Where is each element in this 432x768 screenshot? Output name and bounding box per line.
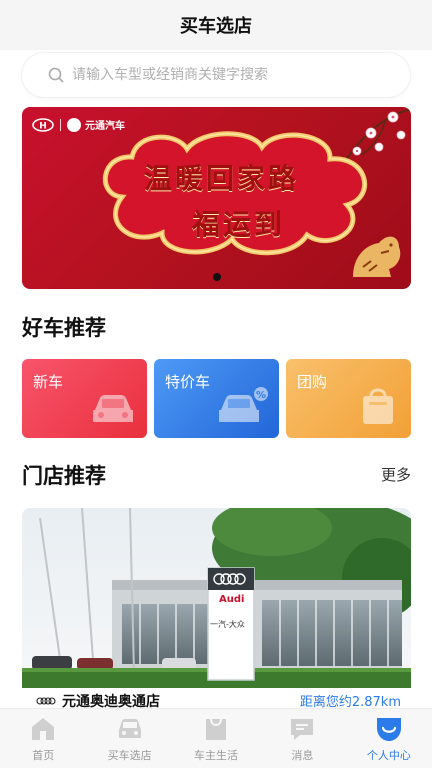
- category-card-new-car[interactable]: 新车: [22, 359, 147, 438]
- page-title: 买车选店: [180, 16, 252, 37]
- store-section-title: 门店推荐: [22, 464, 106, 488]
- tab-home[interactable]: 首页: [0, 709, 86, 768]
- home-icon: [32, 718, 55, 740]
- store-sign-brand: Audi: [219, 594, 245, 605]
- bottom-tab-bar: 首页 买车选店 车主生活 消息 个人中心: [0, 708, 432, 768]
- category-card-special-car[interactable]: 特价车 %: [154, 359, 279, 438]
- category-label: 团购: [297, 373, 328, 391]
- car-icon: [93, 395, 133, 422]
- hyundai-logo-icon: H: [32, 117, 54, 132]
- store-sign-text: 一汽-大众: [210, 620, 245, 629]
- banner-headline-line1: 温暖回家路: [144, 162, 300, 195]
- search-bar[interactable]: [22, 53, 410, 97]
- store-more-link[interactable]: 更多: [381, 464, 411, 485]
- recommend-section-title: 好车推荐: [22, 316, 106, 340]
- car-icon: [118, 719, 141, 738]
- category-card-group-buy[interactable]: 团购: [286, 359, 411, 438]
- store-photo: [22, 508, 411, 688]
- top-header: 买车选店: [0, 0, 432, 50]
- tab-owner-life[interactable]: 车主生活: [173, 709, 259, 768]
- banner-headline-line2: 福运到: [192, 208, 286, 241]
- banner-dot[interactable]: [212, 273, 221, 281]
- promo-banner[interactable]: H 元通汽车 温暖回家路 福运到: [22, 107, 411, 289]
- search-input[interactable]: [72, 67, 392, 83]
- tab-label: 消息: [291, 749, 314, 762]
- category-label: 新车: [33, 373, 64, 391]
- tab-label: 车主生活: [194, 749, 239, 762]
- bag-icon: [363, 388, 393, 424]
- tab-label: 个人中心: [366, 749, 411, 762]
- search-icon: [48, 67, 64, 83]
- profile-icon: [376, 718, 401, 741]
- tab-label: 买车选店: [107, 749, 152, 762]
- banner-pagination: [22, 273, 411, 281]
- tab-messages[interactable]: 消息: [259, 709, 345, 768]
- svg-text:H: H: [39, 121, 47, 131]
- category-label: 特价车: [165, 373, 211, 391]
- tab-profile[interactable]: 个人中心: [346, 709, 432, 768]
- svg-text:%: %: [256, 390, 266, 401]
- tab-buy-car[interactable]: 买车选店: [86, 709, 172, 768]
- audi-logo-icon: [36, 696, 56, 705]
- shopping-bag-icon: [206, 718, 227, 740]
- car-discount-icon: %: [219, 387, 268, 422]
- yuantong-logo-icon: [67, 117, 81, 132]
- message-icon: [291, 719, 314, 740]
- tab-label: 首页: [32, 749, 55, 762]
- store-card[interactable]: Audi 一汽-大众 元通奥迪奥通店 距离您约2.87km: [22, 508, 411, 713]
